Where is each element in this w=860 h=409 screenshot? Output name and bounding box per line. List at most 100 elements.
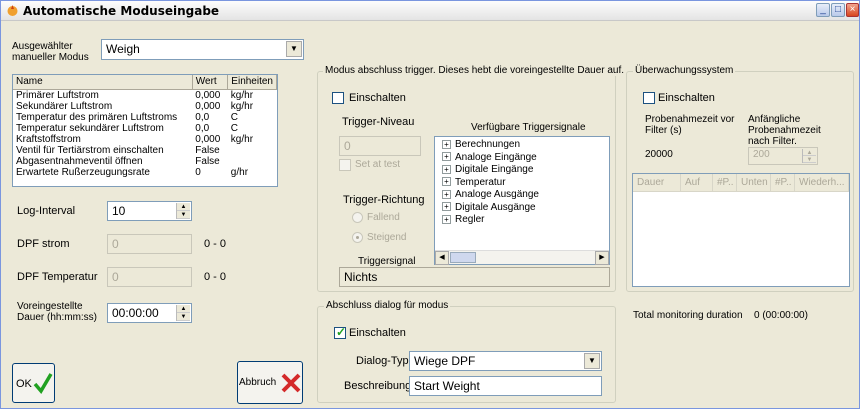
signal-tree-item[interactable]: + Analoge Ausgänge (442, 189, 539, 202)
trigger-enable-checkbox[interactable] (332, 92, 344, 104)
expand-plus-icon[interactable]: + (442, 139, 451, 149)
description-label: Beschreibung (344, 380, 412, 392)
signal-tree-item[interactable]: + Berechnungen (442, 139, 539, 152)
signal-tree-item[interactable]: + Temperatur (442, 177, 539, 190)
signal-tree-label: Temperatur (455, 176, 506, 188)
cell-einheiten (228, 145, 277, 156)
ok-button[interactable]: OK (12, 363, 55, 403)
cell-wert: 0,000 (195, 89, 221, 101)
trigger-level-input[interactable]: 0 (339, 136, 421, 156)
dpf-temp-range: 0 - 0 (204, 271, 227, 283)
scroll-thumb[interactable] (450, 252, 476, 263)
rising-radio[interactable] (352, 232, 363, 243)
monitor-table: Dauer Auf #P.. Unten #P.. Wiederh... (632, 173, 850, 287)
col-header-wert[interactable]: Wert (192, 75, 229, 90)
table-row[interactable]: Temperatur des primären Luftstroms 0,0 C (13, 112, 277, 123)
monitor-col-header[interactable]: #P.. (713, 174, 737, 191)
table-row[interactable]: Erwartete Rußerzeugungsrate 0 g/hr (13, 167, 277, 178)
signal-tree-item[interactable]: + Digitale Eingänge (442, 164, 539, 177)
minimize-button[interactable]: _ (816, 3, 830, 17)
cell-name: Abgasentnahmeventil öffnen (16, 155, 143, 167)
maximize-button[interactable]: □ (831, 3, 845, 17)
cell-name: Ventil für Tertiärstrom einschalten (16, 144, 164, 156)
falling-radio[interactable] (352, 212, 363, 223)
sample-time-value: 20000 (645, 149, 673, 160)
duration-label: Voreingestellte Dauer (hh:mm:ss) (17, 301, 98, 323)
scroll-right-icon[interactable]: ▶ (595, 251, 609, 265)
signal-tree-label: Digitale Eingänge (455, 164, 534, 175)
signal-tree-label: Digitale Ausgänge (455, 201, 536, 213)
trigger-enable-label: Einschalten (349, 92, 406, 104)
signals-tree[interactable]: + Berechnungen + Analoge Eingänge + Digitale … (434, 136, 610, 265)
expand-plus-icon[interactable]: + (442, 177, 451, 187)
initial-sample-label: Anfängliche Probenahmezeit nach Filter. (748, 114, 821, 147)
cell-einheiten: kg/hr (230, 133, 254, 145)
monitor-enable-label: Einschalten (658, 92, 715, 104)
radio-dot (356, 236, 359, 239)
monitor-col-header[interactable]: Dauer (633, 174, 681, 191)
monitor-col-header[interactable]: Auf (681, 174, 713, 191)
values-table: Name Wert Einheiten Primärer Luftstrom 0,… (12, 74, 278, 187)
abbruch-button[interactable]: Abbruch (237, 361, 303, 404)
set-at-test-checkbox[interactable] (339, 159, 351, 171)
set-at-test-label: Set at test (355, 159, 401, 170)
duration-spinner[interactable]: ▲ ▼ (176, 305, 190, 321)
trigger-direction-label: Trigger-Richtung (343, 194, 425, 206)
total-duration-value: 0 (00:00:00) (754, 310, 808, 321)
signal-tree-label: Regler (455, 214, 485, 225)
dpf-temp-value: 0 (112, 270, 119, 284)
log-interval-spinner[interactable]: ▲ ▼ (176, 203, 190, 219)
table-row[interactable]: Sekundärer Luftstrom 0,000 kg/hr (13, 101, 277, 112)
monitor-enable-checkbox[interactable] (643, 92, 655, 104)
total-duration-label: Total monitoring duration (633, 310, 743, 321)
cell-wert: 0,0 (195, 111, 210, 123)
signal-tree-item[interactable]: + Digitale Ausgänge (442, 202, 539, 215)
dpf-temp-input[interactable]: 0 (107, 267, 192, 287)
dialog-type-select[interactable]: Wiege DPF ▼ (409, 351, 602, 371)
monitor-col-header[interactable]: Wiederh... (795, 174, 849, 191)
signal-tree-label: Analoge Eingänge (455, 151, 537, 163)
duration-input[interactable]: 00:00:00 ▲ ▼ (107, 303, 192, 323)
monitor-col-header[interactable]: Unten (737, 174, 771, 191)
monitor-group-title: Überwachungssystem (633, 65, 736, 76)
table-row[interactable]: Kraftstoffstrom 0,000 kg/hr (13, 134, 277, 145)
description-input[interactable]: Start Weight (409, 376, 602, 396)
table-row[interactable]: Abgasentnahmeventil öffnen False (13, 156, 277, 167)
signal-tree-item[interactable]: + Regler (442, 214, 539, 227)
expand-plus-icon[interactable]: + (442, 164, 451, 174)
table-row[interactable]: Ventil für Tertiärstrom einschalten False (13, 145, 277, 156)
dialog-enable-label: Einschalten (349, 327, 406, 339)
signals-hscrollbar[interactable]: ◀ ▶ (435, 250, 609, 265)
dialog-group-title: Abschluss dialog für modus (324, 300, 451, 311)
initial-sample-input[interactable]: 200 ▲ ▼ (748, 147, 818, 165)
trigger-level-label: Trigger-Niveau (342, 116, 415, 128)
table-row[interactable]: Primärer Luftstrom 0,000 kg/hr (13, 89, 277, 101)
expand-plus-icon[interactable]: + (442, 189, 451, 199)
mode-select-value: Weigh (106, 42, 140, 56)
col-header-name[interactable]: Name (13, 75, 193, 90)
log-interval-input[interactable]: 10 ▲ ▼ (107, 201, 192, 221)
cell-name: Erwartete Rußerzeugungsrate (16, 166, 150, 178)
check-icon: ✓ (336, 325, 347, 339)
monitor-col-header[interactable]: #P.. (771, 174, 795, 191)
chevron-down-icon[interactable]: ▼ (584, 353, 600, 369)
mode-select[interactable]: Weigh ▼ (101, 39, 304, 60)
signal-tree-item[interactable]: + Analoge Eingänge (442, 152, 539, 165)
cell-wert: False (195, 155, 220, 167)
expand-plus-icon[interactable]: + (442, 214, 451, 224)
expand-plus-icon[interactable]: + (442, 152, 451, 162)
rising-label: Steigend (367, 232, 407, 243)
chevron-down-icon[interactable]: ▼ (286, 41, 302, 57)
initial-sample-spinner[interactable]: ▲ ▼ (802, 149, 816, 163)
cell-einheiten: C (230, 122, 239, 134)
cell-wert: 0 (195, 166, 201, 178)
col-header-einheiten[interactable]: Einheiten (227, 75, 277, 90)
cell-name: Primärer Luftstrom (16, 89, 99, 101)
dpf-strom-label: DPF strom (17, 238, 70, 250)
expand-plus-icon[interactable]: + (442, 202, 451, 212)
close-button[interactable]: × (846, 3, 859, 17)
dialog-enable-checkbox[interactable]: ✓ (334, 325, 347, 339)
scroll-left-icon[interactable]: ◀ (435, 251, 449, 265)
table-row[interactable]: Temperatur sekundärer Luftstrom 0,0 C (13, 123, 277, 134)
dpf-strom-input[interactable]: 0 (107, 234, 192, 254)
